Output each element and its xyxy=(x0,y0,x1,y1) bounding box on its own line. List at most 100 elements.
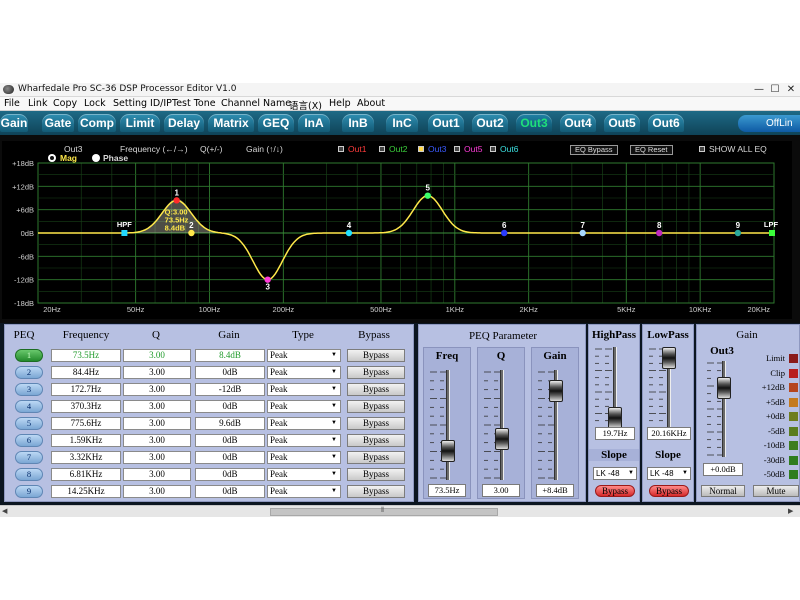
peq-type-select[interactable]: Peak ▼ xyxy=(267,451,341,464)
tab-out2[interactable]: Out2 xyxy=(472,114,508,132)
tab-out1[interactable]: Out1 xyxy=(428,114,464,132)
peq-band-button[interactable]: 8 xyxy=(15,468,43,481)
out5-checkbox[interactable] xyxy=(454,146,460,152)
peq-gain-cell[interactable]: 0dB xyxy=(195,468,265,481)
peq-q-cell[interactable]: 3.00 xyxy=(123,383,191,396)
peq-q-cell[interactable]: 3.00 xyxy=(123,366,191,379)
peq-band-button[interactable]: 4 xyxy=(15,400,43,413)
minimize-button[interactable]: — xyxy=(752,84,766,96)
maximize-button[interactable]: ☐ xyxy=(768,84,782,96)
highpass-slider-knob[interactable] xyxy=(608,407,622,429)
menu-lock[interactable]: Lock xyxy=(84,98,106,109)
peq-bypass-button[interactable]: Bypass xyxy=(347,400,405,413)
peq-bypass-button[interactable]: Bypass xyxy=(347,417,405,430)
highpass-bypass-button[interactable]: Bypass xyxy=(595,485,635,497)
freq-slider-knob[interactable] xyxy=(441,440,455,462)
peq-bypass-button[interactable]: Bypass xyxy=(347,366,405,379)
phase-radio[interactable] xyxy=(92,154,100,162)
peq-q-cell[interactable]: 3.00 xyxy=(123,400,191,413)
peq-type-select[interactable]: Peak ▼ xyxy=(267,383,341,396)
menu-language[interactable]: 语言(X) xyxy=(289,98,322,112)
peq-gain-cell[interactable]: -12dB xyxy=(195,383,265,396)
peq-frequency-cell[interactable]: 775.6Hz xyxy=(51,417,121,430)
out1-checkbox[interactable] xyxy=(338,146,344,152)
peq-gain-cell[interactable]: 0dB xyxy=(195,434,265,447)
scrollbar-thumb[interactable]: ⦀ xyxy=(270,507,498,516)
lowpass-slider-knob[interactable] xyxy=(662,347,676,369)
peq-frequency-cell[interactable]: 6.81KHz xyxy=(51,468,121,481)
peq-q-cell[interactable]: 3.00 xyxy=(123,417,191,430)
tab-out4[interactable]: Out4 xyxy=(560,114,596,132)
peq-gain-cell[interactable]: 0dB xyxy=(195,485,265,498)
close-button[interactable]: ✕ xyxy=(784,84,798,96)
tab-gain[interactable]: Gain xyxy=(0,114,28,132)
peq-frequency-cell[interactable]: 84.4Hz xyxy=(51,366,121,379)
out2-checkbox[interactable] xyxy=(379,146,385,152)
out3-checkbox[interactable] xyxy=(418,146,424,152)
peq-bypass-button[interactable]: Bypass xyxy=(347,349,405,362)
peq-type-select[interactable]: Peak ▼ xyxy=(267,349,341,362)
menu-test-tone[interactable]: Test Tone xyxy=(172,98,216,109)
peq-frequency-cell[interactable]: 14.25KHz xyxy=(51,485,121,498)
peq-frequency-cell[interactable]: 172.7Hz xyxy=(51,383,121,396)
out6-checkbox[interactable] xyxy=(490,146,496,152)
tab-matrix[interactable]: Matrix xyxy=(208,114,254,132)
peq-bypass-button[interactable]: Bypass xyxy=(347,485,405,498)
peq-gain-cell[interactable]: 0dB xyxy=(195,366,265,379)
peq-bypass-button[interactable]: Bypass xyxy=(347,383,405,396)
peq-type-select[interactable]: Peak ▼ xyxy=(267,468,341,481)
gain-slider-knob[interactable] xyxy=(549,380,563,402)
peq-band-button[interactable]: 9 xyxy=(15,485,43,498)
menu-copy[interactable]: Copy xyxy=(53,98,77,109)
tab-inb[interactable]: InB xyxy=(342,114,374,132)
peq-band-button[interactable]: 1 xyxy=(15,349,43,362)
tab-gate[interactable]: Gate xyxy=(42,114,74,132)
peq-bypass-button[interactable]: Bypass xyxy=(347,468,405,481)
peq-type-select[interactable]: Peak ▼ xyxy=(267,417,341,430)
peq-band-button[interactable]: 2 xyxy=(15,366,43,379)
menu-setting-id-ip[interactable]: Setting ID/IP xyxy=(113,98,172,109)
tab-delay[interactable]: Delay xyxy=(164,114,204,132)
peq-type-select[interactable]: Peak ▼ xyxy=(267,366,341,379)
output-gain-slider-track[interactable] xyxy=(722,361,726,457)
highpass-slope-select[interactable]: LK -48 ▼ xyxy=(593,467,637,480)
freq-slider-track[interactable] xyxy=(446,370,450,480)
menu-about[interactable]: About xyxy=(357,98,385,109)
highpass-value[interactable]: 19.7Hz xyxy=(595,427,635,440)
peq-q-cell[interactable]: 3.00 xyxy=(123,349,191,362)
tab-inc[interactable]: InC xyxy=(386,114,418,132)
scroll-right-icon[interactable]: ▶ xyxy=(788,507,793,515)
peq-frequency-cell[interactable]: 1.59KHz xyxy=(51,434,121,447)
eq-graph[interactable]: +18dB +12dB +6dB 0dB -6dB -12dB -18dB 20Hz 50Hz 1… xyxy=(2,141,792,319)
tab-comp[interactable]: Comp xyxy=(78,114,116,132)
peq-bypass-button[interactable]: Bypass xyxy=(347,434,405,447)
peq-band-button[interactable]: 3 xyxy=(15,383,43,396)
peq-type-select[interactable]: Peak ▼ xyxy=(267,485,341,498)
peq-bypass-button[interactable]: Bypass xyxy=(347,451,405,464)
lowpass-bypass-button[interactable]: Bypass xyxy=(649,485,689,497)
mag-radio[interactable] xyxy=(48,154,56,162)
tab-ina[interactable]: InA xyxy=(298,114,330,132)
menu-file[interactable]: File xyxy=(4,98,20,109)
menu-link[interactable]: Link xyxy=(28,98,47,109)
peq-gain-cell[interactable]: 8.4dB xyxy=(195,349,265,362)
horizontal-scrollbar[interactable]: ◀ ⦀ ▶ xyxy=(0,505,800,517)
peq-band-button[interactable]: 7 xyxy=(15,451,43,464)
peq-gain-cell[interactable]: 0dB xyxy=(195,451,265,464)
menu-channel-name[interactable]: Channel Name xyxy=(221,98,291,109)
tab-out5[interactable]: Out5 xyxy=(604,114,640,132)
gain-value[interactable]: +8.4dB xyxy=(536,484,574,497)
peq-frequency-cell[interactable]: 73.5Hz xyxy=(51,349,121,362)
peq-q-cell[interactable]: 3.00 xyxy=(123,434,191,447)
eq-bypass-button[interactable]: EQ Bypass xyxy=(570,145,618,155)
tab-out3[interactable]: Out3 xyxy=(516,114,552,132)
output-gain-value[interactable]: +0.0dB xyxy=(703,463,743,476)
peq-gain-cell[interactable]: 9.6dB xyxy=(195,417,265,430)
tab-limit[interactable]: Limit xyxy=(120,114,160,132)
mute-button[interactable]: Mute xyxy=(753,485,799,497)
peq-q-cell[interactable]: 3.00 xyxy=(123,468,191,481)
peq-frequency-cell[interactable]: 3.32KHz xyxy=(51,451,121,464)
freq-value[interactable]: 73.5Hz xyxy=(428,484,466,497)
eq-reset-button[interactable]: EQ Reset xyxy=(630,145,673,155)
lowpass-slope-select[interactable]: LK -48 ▼ xyxy=(647,467,691,480)
